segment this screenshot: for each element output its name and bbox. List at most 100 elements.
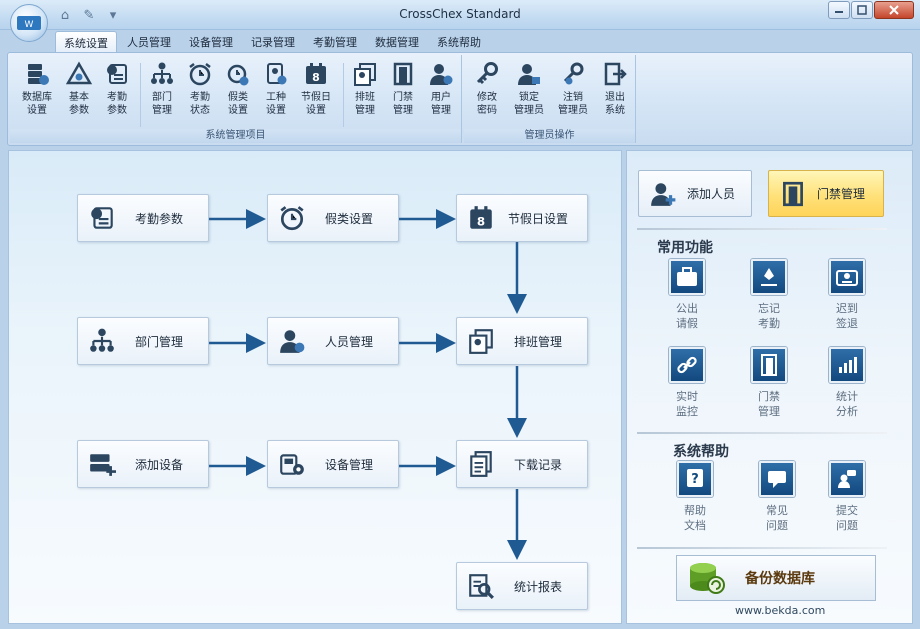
add-person-icon xyxy=(651,182,676,206)
tab-system-settings[interactable]: 系统设置 xyxy=(55,31,117,53)
exit-icon xyxy=(604,62,627,86)
window-title: CrossChex Standard xyxy=(399,7,521,21)
user-mgmt-button[interactable]: 用户 管理 xyxy=(422,61,460,117)
ribbon: 数据库 设置 基本 参数 考勤 参数 部门 管理 考勤 状态 假类 设置 工种 … xyxy=(7,52,913,146)
flow-statistics-report[interactable]: 统计报表 xyxy=(456,562,588,610)
admin-key-icon xyxy=(563,62,584,85)
org-chart-icon xyxy=(90,328,114,352)
leave-settings-button[interactable]: 假类 设置 xyxy=(219,61,257,117)
key-icon xyxy=(476,62,498,85)
flow-add-device[interactable]: 添加设备 xyxy=(77,440,209,488)
shortcut-statistics-analysis[interactable]: 统计 分析 xyxy=(817,347,877,419)
basic-params-button[interactable]: 基本 参数 xyxy=(60,61,98,117)
help-document[interactable]: ? 帮助 文档 xyxy=(665,461,725,533)
alarm-clock-icon xyxy=(280,206,304,231)
tab-devices[interactable]: 设备管理 xyxy=(181,31,241,53)
shift-mgmt-button[interactable]: 排班 管理 xyxy=(346,61,384,117)
help-faq[interactable]: 常见 问题 xyxy=(747,461,807,533)
door-icon xyxy=(761,354,777,376)
database-settings-button[interactable]: 数据库 设置 xyxy=(18,61,56,117)
shift-cards-icon xyxy=(354,63,376,86)
id-card-gear-icon xyxy=(267,63,287,85)
attendance-params-icon xyxy=(107,64,127,84)
divider xyxy=(637,547,887,549)
org-chart-icon xyxy=(151,62,173,84)
briefcase-icon xyxy=(677,267,697,286)
close-icon xyxy=(889,5,899,15)
shortcut-business-leave[interactable]: 公出 请假 xyxy=(657,259,717,331)
shift-cards-icon xyxy=(469,329,493,354)
access-control-shortcut-button[interactable]: 门禁管理 xyxy=(768,170,884,217)
add-device-icon xyxy=(90,454,116,476)
sign-in-card-icon xyxy=(836,270,858,286)
backup-database-button[interactable]: 备份数据库 xyxy=(676,555,876,601)
database-icon xyxy=(28,64,49,85)
ribbon-tabs: 系统设置 人员管理 设备管理 记录管理 考勤管理 数据管理 系统帮助 xyxy=(55,31,491,53)
minimize-icon xyxy=(835,11,843,13)
flow-shift-mgmt[interactable]: 排班管理 xyxy=(456,317,588,365)
bar-chart-icon xyxy=(839,357,857,373)
link-chain-icon xyxy=(677,356,697,374)
shortcut-forgot-punch[interactable]: 忘记 考勤 xyxy=(739,259,799,331)
report-search-icon xyxy=(469,574,494,599)
title-bar: ⌂ ✎ ▾ CrossChex Standard xyxy=(0,0,920,30)
calendar-icon: 8 xyxy=(306,63,326,84)
app-logo[interactable]: W xyxy=(10,4,48,42)
change-password-button[interactable]: 修改 密码 xyxy=(468,61,506,117)
flow-workspace: 考勤参数 假类设置 8 节假日设置 部门管理 人员管理 排班管理 添加设备 设备… xyxy=(8,150,622,624)
department-mgmt-button[interactable]: 部门 管理 xyxy=(143,61,181,117)
ribbon-group-system: 数据库 设置 基本 参数 考勤 参数 部门 管理 考勤 状态 假类 设置 工种 … xyxy=(10,55,462,143)
divider xyxy=(637,228,887,230)
tab-personnel[interactable]: 人员管理 xyxy=(119,31,179,53)
app-logo-icon: W xyxy=(17,16,41,30)
flow-attendance-params[interactable]: 考勤参数 xyxy=(77,194,209,242)
shortcut-access-control[interactable]: 门禁 管理 xyxy=(739,347,799,419)
ribbon-group-admin: 修改 密码 锁定 管理员 注销 管理员 退出 系统 管理员操作 xyxy=(464,55,636,143)
chat-bubble-icon xyxy=(768,471,786,488)
door-icon xyxy=(393,62,413,86)
flow-device-mgmt[interactable]: 设备管理 xyxy=(267,440,399,488)
shortcut-late-signout[interactable]: 迟到 签退 xyxy=(817,259,877,331)
flow-download-records[interactable]: 下载记录 xyxy=(456,440,588,488)
document-stack-icon xyxy=(470,451,492,477)
device-gear-icon xyxy=(280,454,304,475)
flow-personnel-mgmt[interactable]: 人员管理 xyxy=(267,317,399,365)
leave-clock-icon xyxy=(227,64,249,86)
maximize-button[interactable] xyxy=(851,1,873,19)
alarm-clock-icon xyxy=(189,63,211,86)
flow-department-mgmt[interactable]: 部门管理 xyxy=(77,317,209,365)
tab-data[interactable]: 数据管理 xyxy=(367,31,427,53)
side-panel: 添加人员 门禁管理 常用功能 公出 请假 忘记 考勤 迟到 签退 实时 监控 门… xyxy=(626,150,913,624)
user-comment-icon xyxy=(838,470,856,488)
admin-lock-icon xyxy=(518,64,540,85)
shortcut-realtime-monitor[interactable]: 实时 监控 xyxy=(657,347,717,419)
lock-admin-button[interactable]: 锁定 管理员 xyxy=(510,61,548,117)
svg-text:W: W xyxy=(25,20,34,30)
door-icon xyxy=(783,181,803,206)
svg-text:?: ? xyxy=(691,472,699,487)
group-label-system: 系统管理项目 xyxy=(10,129,461,143)
pen-sign-icon xyxy=(761,268,777,286)
attendance-status-button[interactable]: 考勤 状态 xyxy=(181,61,219,117)
tab-attendance[interactable]: 考勤管理 xyxy=(305,31,365,53)
user-gear-icon xyxy=(280,330,305,353)
add-person-button[interactable]: 添加人员 xyxy=(638,170,752,217)
watermark-text: www.bekda.com xyxy=(735,604,826,617)
group-label-admin: 管理员操作 xyxy=(464,129,635,143)
close-button[interactable] xyxy=(874,1,914,19)
flow-holiday-settings[interactable]: 8 节假日设置 xyxy=(456,194,588,242)
svg-text:8: 8 xyxy=(312,71,320,84)
attendance-params-button[interactable]: 考勤 参数 xyxy=(98,61,136,117)
tab-help[interactable]: 系统帮助 xyxy=(429,31,489,53)
attendance-params-icon xyxy=(91,207,113,229)
job-type-settings-button[interactable]: 工种 设置 xyxy=(257,61,295,117)
tab-records[interactable]: 记录管理 xyxy=(243,31,303,53)
flow-leave-settings[interactable]: 假类设置 xyxy=(267,194,399,242)
holiday-settings-button[interactable]: 8 节假日 设置 xyxy=(297,61,335,117)
minimize-button[interactable] xyxy=(828,1,850,19)
help-submit-issue[interactable]: 提交 问题 xyxy=(817,461,877,533)
calendar-icon: 8 xyxy=(470,206,492,229)
exit-system-button[interactable]: 退出 系统 xyxy=(596,61,634,117)
access-control-button[interactable]: 门禁 管理 xyxy=(384,61,422,117)
logout-admin-button[interactable]: 注销 管理员 xyxy=(554,61,592,117)
